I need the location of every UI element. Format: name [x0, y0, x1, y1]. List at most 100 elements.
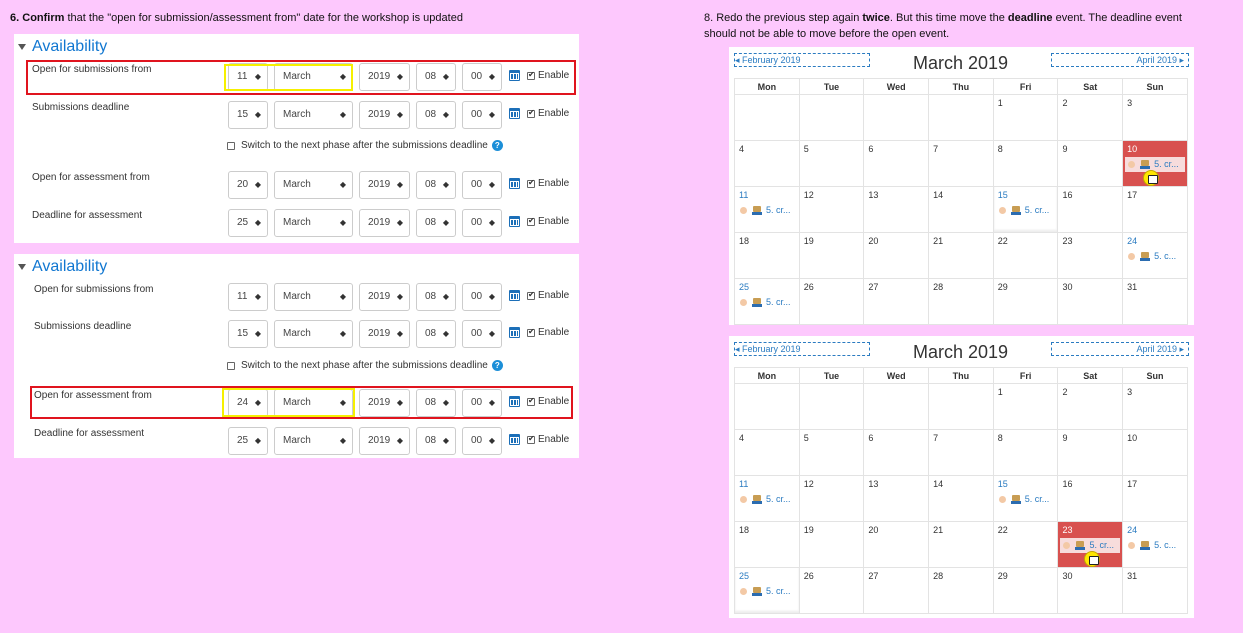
day-cell[interactable]: 3 [1122, 383, 1188, 430]
minute-select[interactable]: 00 ◆ [462, 283, 502, 311]
day-cell[interactable]: 16 [1057, 475, 1124, 522]
day-cell-highlighted[interactable]: 23 5. cr... [1057, 521, 1124, 568]
calendar-icon[interactable] [509, 216, 520, 227]
day-select[interactable]: 25 ◆ [228, 209, 268, 237]
hour-select[interactable]: 08 ◆ [416, 209, 456, 237]
day-cell[interactable]: 10 [1122, 429, 1188, 476]
minute-select[interactable]: 00 ◆ [462, 101, 502, 129]
checkbox-icon[interactable] [527, 178, 535, 188]
calendar-icon[interactable] [509, 178, 520, 189]
hour-select[interactable]: 08 ◆ [416, 171, 456, 199]
day-cell[interactable]: 23 [1057, 232, 1124, 279]
day-cell[interactable]: 22 [992, 232, 1059, 279]
calendar-icon[interactable] [509, 290, 520, 301]
day-cell[interactable]: 15 5. cr... [992, 475, 1059, 522]
calendar-icon[interactable] [509, 327, 520, 338]
day-cell[interactable]: 24 5. c... [1122, 232, 1188, 279]
minute-select[interactable]: 00 ◆ [462, 320, 502, 348]
enable-checkbox[interactable]: Enable [527, 327, 569, 338]
day-cell[interactable]: 16 [1057, 186, 1124, 233]
day-cell[interactable]: 8 [992, 140, 1059, 187]
day-cell[interactable]: 14 [928, 186, 994, 233]
month-select[interactable]: March ◆ [274, 101, 353, 129]
day-cell[interactable]: 11 5. cr... [734, 186, 800, 233]
calendar-event[interactable]: 5. c... [1128, 251, 1176, 261]
day-cell[interactable]: 7 [928, 140, 994, 187]
hour-select[interactable]: 08 ◆ [416, 427, 456, 455]
checkbox-icon[interactable] [527, 216, 535, 226]
day-cell[interactable]: 19 [798, 232, 865, 279]
day-cell[interactable]: 27 [863, 567, 930, 614]
day-cell[interactable]: 22 [992, 521, 1059, 568]
day-cell[interactable]: 20 [863, 232, 930, 279]
day-cell-highlighted[interactable]: 10 5. cr... [1122, 140, 1188, 187]
day-select[interactable]: 11 ◆ [228, 283, 268, 311]
day-cell[interactable]: 26 [798, 567, 865, 614]
day-select[interactable]: 25 ◆ [228, 427, 268, 455]
day-cell[interactable]: 7 [928, 429, 994, 476]
hour-select[interactable]: 08 ◆ [416, 101, 456, 129]
minute-select[interactable]: 00 ◆ [462, 427, 502, 455]
day-cell[interactable] [798, 383, 865, 430]
enable-checkbox[interactable]: Enable [527, 216, 569, 227]
calendar-event[interactable]: 5. cr... [998, 494, 1049, 504]
day-cell[interactable]: 25 5. cr... [734, 567, 800, 614]
day-cell[interactable]: 30 [1057, 278, 1124, 325]
day-cell[interactable] [863, 383, 930, 430]
checkbox-icon[interactable] [527, 108, 535, 118]
month-select[interactable]: March ◆ [274, 209, 353, 237]
day-cell[interactable]: 1 [992, 94, 1059, 141]
next-month-link[interactable]: April 2019 ▸ [1051, 53, 1189, 67]
day-cell[interactable]: 18 [734, 521, 800, 568]
day-cell[interactable]: 6 [863, 140, 930, 187]
day-cell[interactable]: 13 [863, 475, 930, 522]
availability-header[interactable]: Availability [18, 258, 107, 276]
month-select[interactable]: March ◆ [274, 427, 353, 455]
day-cell[interactable]: 5 [798, 140, 865, 187]
day-cell[interactable]: 9 [1057, 429, 1124, 476]
day-cell[interactable]: 5 [798, 429, 865, 476]
day-cell[interactable] [734, 94, 800, 141]
enable-checkbox[interactable]: Enable [527, 108, 569, 119]
year-select[interactable]: 2019 ◆ [359, 171, 410, 199]
day-cell[interactable]: 15 5. cr... [992, 186, 1059, 233]
calendar-event[interactable]: 5. cr... [998, 205, 1049, 215]
calendar-event[interactable]: 5. cr... [1063, 540, 1114, 550]
switch-phase-row[interactable]: Switch to the next phase after the submi… [227, 360, 503, 371]
day-cell[interactable]: 29 [992, 278, 1059, 325]
day-cell[interactable]: 4 [734, 429, 800, 476]
day-cell[interactable]: 29 [992, 567, 1059, 614]
next-month-link[interactable]: April 2019 ▸ [1051, 342, 1189, 356]
day-cell[interactable]: 2 [1057, 94, 1124, 141]
minute-select[interactable]: 00 ◆ [462, 171, 502, 199]
day-cell[interactable]: 27 [863, 278, 930, 325]
day-cell[interactable]: 24 5. c... [1122, 521, 1188, 568]
enable-checkbox[interactable]: Enable [527, 178, 569, 189]
day-cell[interactable]: 13 [863, 186, 930, 233]
day-cell[interactable]: 28 [928, 567, 994, 614]
checkbox-icon[interactable] [527, 327, 535, 337]
calendar-event[interactable]: 5. cr... [740, 297, 791, 307]
day-cell[interactable]: 11 5. cr... [734, 475, 800, 522]
day-cell[interactable] [798, 94, 865, 141]
day-cell[interactable]: 14 [928, 475, 994, 522]
day-cell[interactable]: 2 [1057, 383, 1124, 430]
year-select[interactable]: 2019 ◆ [359, 427, 410, 455]
calendar-event[interactable]: 5. cr... [740, 586, 791, 596]
collapse-caret-icon[interactable] [18, 264, 26, 270]
calendar-event[interactable]: 5. cr... [740, 205, 791, 215]
hour-select[interactable]: 08 ◆ [416, 283, 456, 311]
day-cell[interactable]: 8 [992, 429, 1059, 476]
day-cell[interactable]: 28 [928, 278, 994, 325]
calendar-icon[interactable] [509, 434, 520, 445]
calendar-event[interactable]: 5. cr... [740, 494, 791, 504]
day-select[interactable]: 15 ◆ [228, 101, 268, 129]
checkbox-icon[interactable] [227, 361, 235, 370]
month-select[interactable]: March ◆ [274, 171, 353, 199]
collapse-caret-icon[interactable] [18, 44, 26, 50]
checkbox-icon[interactable] [527, 290, 535, 300]
help-icon[interactable]: ? [491, 140, 503, 151]
calendar-event[interactable]: 5. c... [1128, 540, 1176, 550]
hour-select[interactable]: 08 ◆ [416, 320, 456, 348]
day-cell[interactable]: 21 [928, 232, 994, 279]
